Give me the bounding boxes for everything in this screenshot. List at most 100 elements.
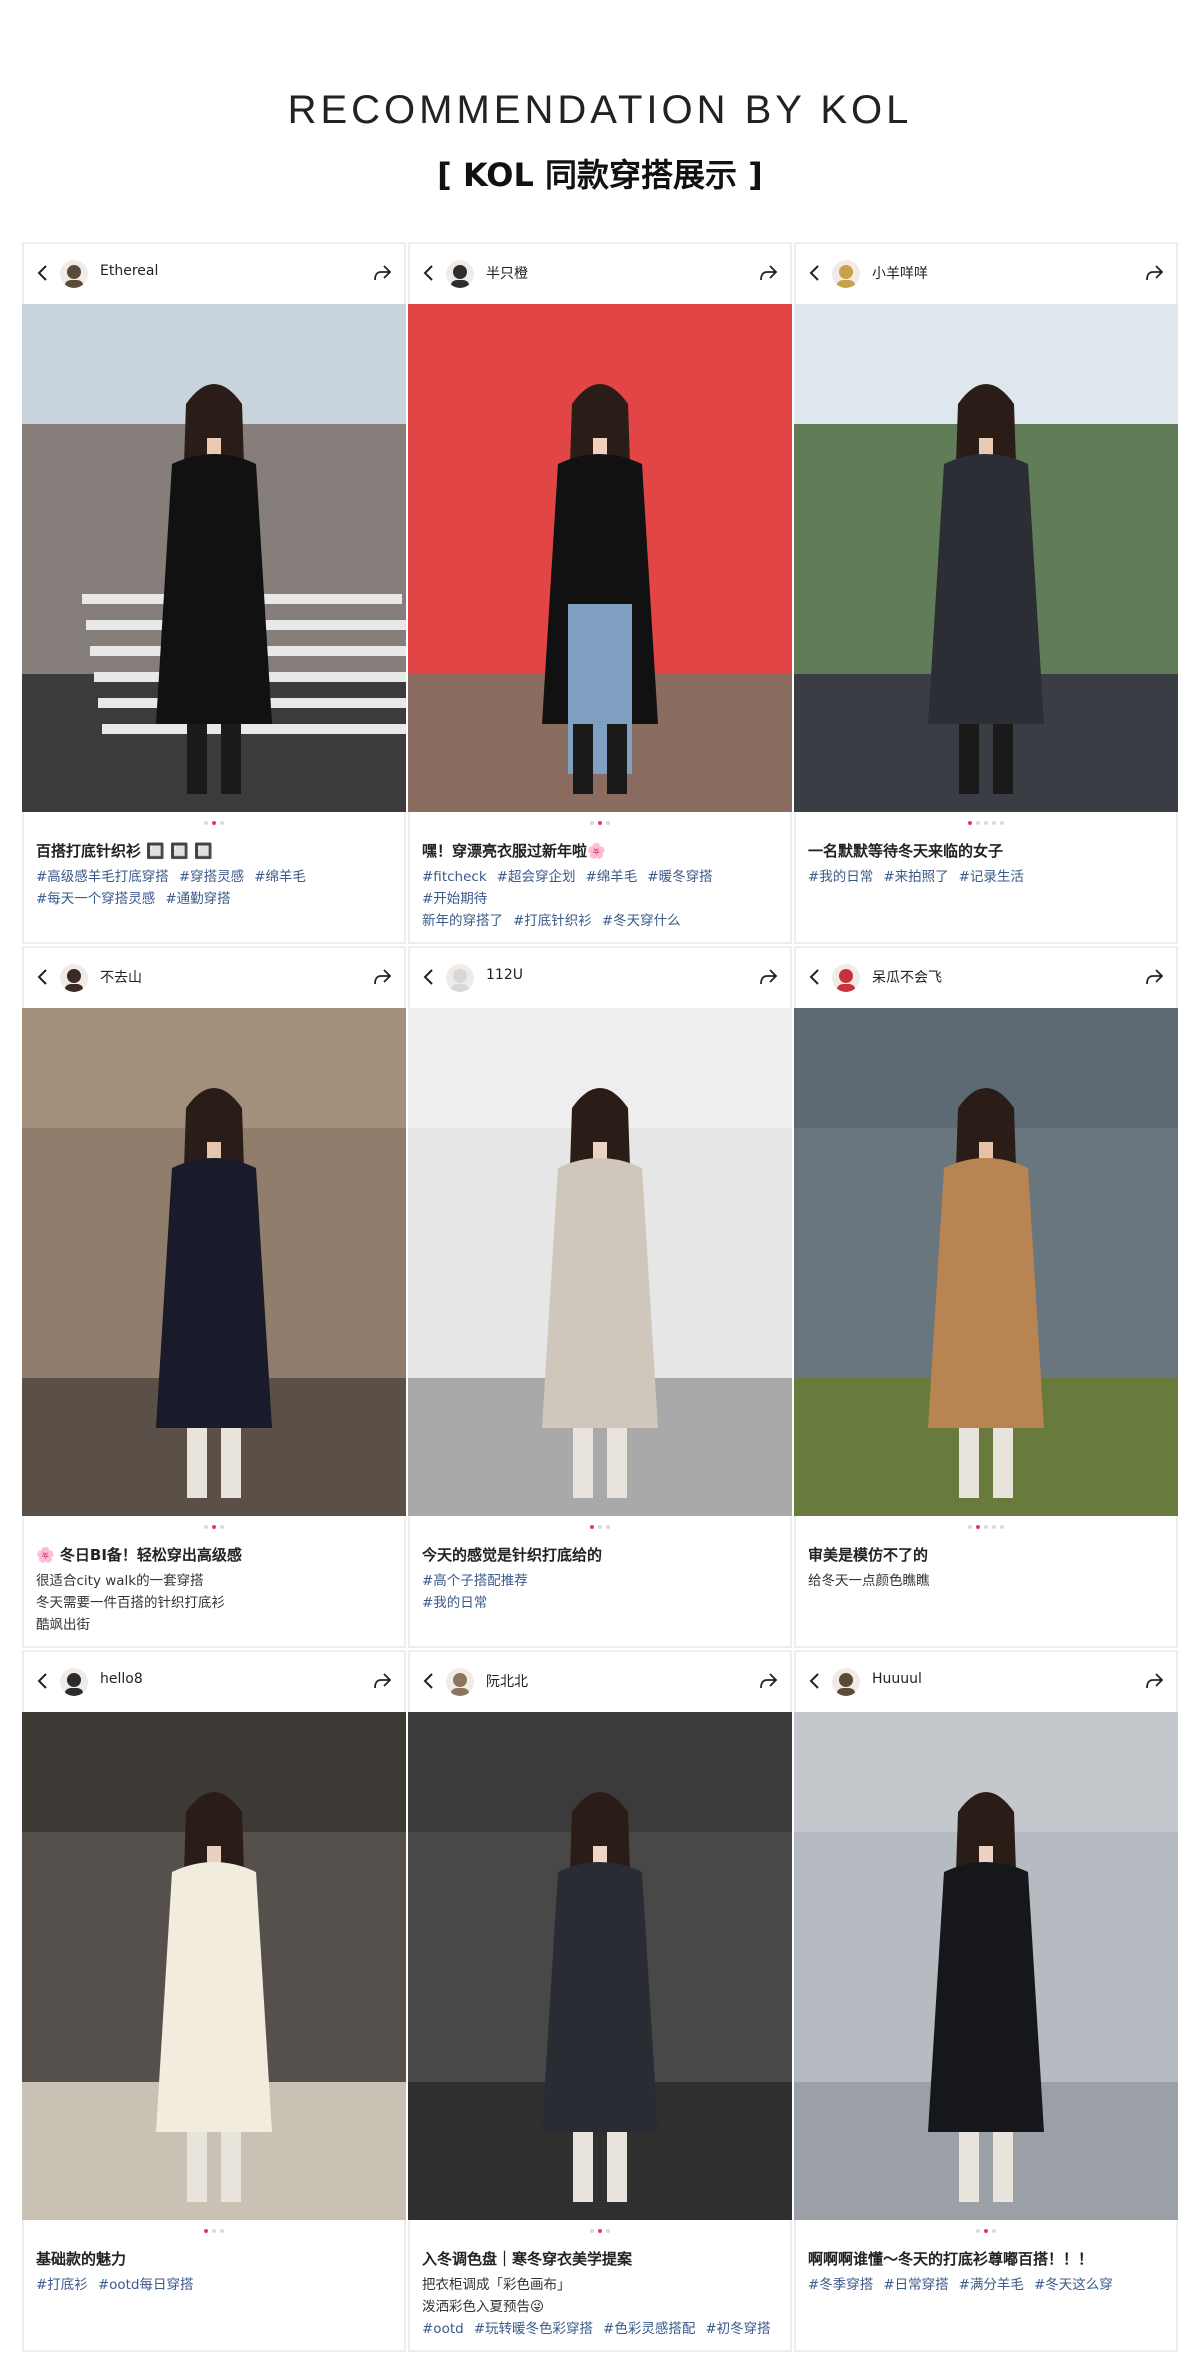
- share-icon[interactable]: [1144, 967, 1164, 987]
- hashtag-link[interactable]: #ootd每日穿搭: [98, 2277, 194, 2293]
- carousel-dots: [794, 1524, 1178, 1530]
- avatar[interactable]: [832, 1668, 860, 1696]
- hashtag-link[interactable]: #我的日常: [808, 869, 873, 885]
- share-icon[interactable]: [372, 263, 392, 283]
- username[interactable]: Huuuul: [872, 1671, 922, 1687]
- carousel-dots: [408, 820, 792, 826]
- back-arrow-icon[interactable]: [422, 264, 436, 282]
- hashtag-link[interactable]: #初冬穿搭: [705, 2321, 770, 2337]
- post-photo[interactable]: [408, 1008, 792, 1516]
- hashtag-link[interactable]: #绵羊毛: [254, 869, 306, 885]
- hashtag-link[interactable]: #色彩灵感搭配: [603, 2321, 695, 2337]
- tag-row: #我的日常 #来拍照了 #记录生活: [808, 866, 1168, 888]
- tag-row: #高级感羊毛打底穿搭 #穿搭灵感 #绵羊毛: [36, 866, 396, 888]
- username[interactable]: 不去山: [100, 967, 142, 987]
- hashtag-link[interactable]: #绵羊毛: [585, 869, 637, 885]
- post-title: 入冬调色盘｜寒冬穿衣美学提案: [422, 2250, 633, 2268]
- share-icon[interactable]: [1144, 263, 1164, 283]
- hashtag-link[interactable]: 新年的穿搭了: [422, 913, 503, 929]
- post-photo[interactable]: [22, 1712, 406, 2220]
- kol-post-card[interactable]: Huuuul 啊啊啊谁懂～冬天的打底衫尊嘟百搭！！！ #冬季穿搭 #日常穿搭 #满分羊毛…: [794, 1650, 1178, 2352]
- username[interactable]: 阮北北: [486, 1671, 528, 1691]
- kol-post-card[interactable]: 112U 今天的感觉是针织打底给的 #高个子搭配推荐 #我的日常: [408, 946, 792, 1648]
- avatar[interactable]: [832, 260, 860, 288]
- hashtag-link[interactable]: #每天一个穿搭灵感: [36, 891, 155, 907]
- carousel-dot: [984, 1525, 988, 1529]
- username[interactable]: 呆瓜不会飞: [872, 967, 942, 987]
- post-photo[interactable]: [408, 1712, 792, 2220]
- username[interactable]: 半只橙: [486, 263, 528, 283]
- kol-post-card[interactable]: 小羊咩咩一名默默等待冬天来临的女子 #我的日常 #来拍照了 #记录生活: [794, 242, 1178, 944]
- share-icon[interactable]: [372, 1671, 392, 1691]
- carousel-dot: [1000, 821, 1004, 825]
- back-arrow-icon[interactable]: [808, 264, 822, 282]
- post-photo[interactable]: [794, 1008, 1178, 1516]
- hashtag-link[interactable]: #日常穿搭: [883, 2277, 948, 2293]
- hashtag-link[interactable]: #高级感羊毛打底穿搭: [36, 869, 169, 885]
- post-photo[interactable]: [22, 304, 406, 812]
- hashtag-link[interactable]: #fitcheck: [422, 869, 487, 885]
- kol-post-card[interactable]: Ethereal 百搭打底针织衫 🔲 🔲 🔲 #高级感羊毛打底穿搭 #穿搭灵感 #绵羊毛…: [22, 242, 406, 944]
- hashtag-link[interactable]: #穿搭灵感: [179, 869, 244, 885]
- tag-row: 新年的穿搭了 #打底针织衫 #冬天穿什么: [422, 910, 782, 932]
- hashtag-link[interactable]: #玩转暖冬色彩穿搭: [474, 2321, 593, 2337]
- post-photo[interactable]: [794, 1712, 1178, 2220]
- carousel-dots: [408, 2228, 792, 2234]
- username[interactable]: hello8: [100, 1671, 143, 1687]
- kol-post-card[interactable]: 呆瓜不会飞 审美是模仿不了的 给冬天一点颜色瞧瞧: [794, 946, 1178, 1648]
- back-arrow-icon[interactable]: [36, 968, 50, 986]
- back-arrow-icon[interactable]: [808, 968, 822, 986]
- hashtag-link[interactable]: #ootd: [422, 2321, 464, 2337]
- hashtag-link[interactable]: #打底针织衫: [513, 913, 592, 929]
- back-arrow-icon[interactable]: [808, 1672, 822, 1690]
- hashtag-link[interactable]: #满分羊毛: [959, 2277, 1024, 2293]
- hashtag-link[interactable]: #冬季穿搭: [808, 2277, 873, 2293]
- post-photo[interactable]: [794, 304, 1178, 812]
- share-icon[interactable]: [758, 1671, 778, 1691]
- post-header: Huuuul: [794, 1650, 1178, 1712]
- back-arrow-icon[interactable]: [422, 968, 436, 986]
- username[interactable]: 小羊咩咩: [872, 263, 928, 283]
- hashtag-link[interactable]: #开始期待: [422, 891, 487, 907]
- back-arrow-icon[interactable]: [422, 1672, 436, 1690]
- hashtag-link[interactable]: #超会穿企划: [497, 869, 576, 885]
- post-photo[interactable]: [22, 1008, 406, 1516]
- back-arrow-icon[interactable]: [36, 1672, 50, 1690]
- post-photo[interactable]: [408, 304, 792, 812]
- hashtag-link[interactable]: #暖冬穿搭: [647, 869, 712, 885]
- kol-post-card[interactable]: hello8 基础款的魅力 #打底衫 #ootd每日穿搭: [22, 1650, 406, 2352]
- carousel-dots: [408, 1524, 792, 1530]
- kol-post-card[interactable]: 不去山 🌸 冬日BI备！轻松穿出高级感 很适合city walk的一套穿搭 冬天需要一…: [22, 946, 406, 1648]
- share-icon[interactable]: [1144, 1671, 1164, 1691]
- back-arrow-icon[interactable]: [36, 264, 50, 282]
- username[interactable]: 112U: [486, 967, 523, 983]
- avatar[interactable]: [60, 1668, 88, 1696]
- avatar[interactable]: [446, 964, 474, 992]
- username[interactable]: Ethereal: [100, 263, 158, 279]
- share-icon[interactable]: [758, 263, 778, 283]
- hashtag-link[interactable]: #打底衫: [36, 2277, 88, 2293]
- avatar[interactable]: [60, 260, 88, 288]
- hashtag-link[interactable]: #高个子搭配推荐: [422, 1573, 528, 1589]
- avatar[interactable]: [60, 964, 88, 992]
- avatar[interactable]: [446, 260, 474, 288]
- share-icon[interactable]: [758, 967, 778, 987]
- avatar[interactable]: [832, 964, 860, 992]
- post-header: 阮北北: [408, 1650, 792, 1712]
- carousel-dot: [984, 2229, 988, 2233]
- post-title: 一名默默等待冬天来临的女子: [808, 842, 1004, 860]
- kol-post-card[interactable]: 半只橙 嘿！穿漂亮衣服过新年啦🌸 #fitcheck #超会穿企划 #绵羊毛 #暖冬穿搭#…: [408, 242, 792, 944]
- hashtag-link[interactable]: #记录生活: [959, 869, 1024, 885]
- share-icon[interactable]: [372, 967, 392, 987]
- hashtag-link[interactable]: #冬天这么穿: [1034, 2277, 1113, 2293]
- page-title-en: RECOMMENDATION BY KOL: [287, 88, 913, 132]
- hashtag-link[interactable]: #来拍照了: [883, 869, 948, 885]
- carousel-dot: [992, 1525, 996, 1529]
- post-body: 很适合city walk的一套穿搭 冬天需要一件百搭的针织打底衫 酷飒出街: [36, 1570, 396, 1636]
- hashtag-link[interactable]: #冬天穿什么: [602, 913, 681, 929]
- avatar[interactable]: [446, 1668, 474, 1696]
- hashtag-link[interactable]: #通勤穿搭: [165, 891, 230, 907]
- tag-row: #冬季穿搭 #日常穿搭 #满分羊毛 #冬天这么穿: [808, 2274, 1168, 2296]
- hashtag-link[interactable]: #我的日常: [422, 1595, 487, 1611]
- kol-post-card[interactable]: 阮北北 入冬调色盘｜寒冬穿衣美学提案 把衣柜调成「彩色画布」 泼洒彩色入夏预告😜 #oo…: [408, 1650, 792, 2352]
